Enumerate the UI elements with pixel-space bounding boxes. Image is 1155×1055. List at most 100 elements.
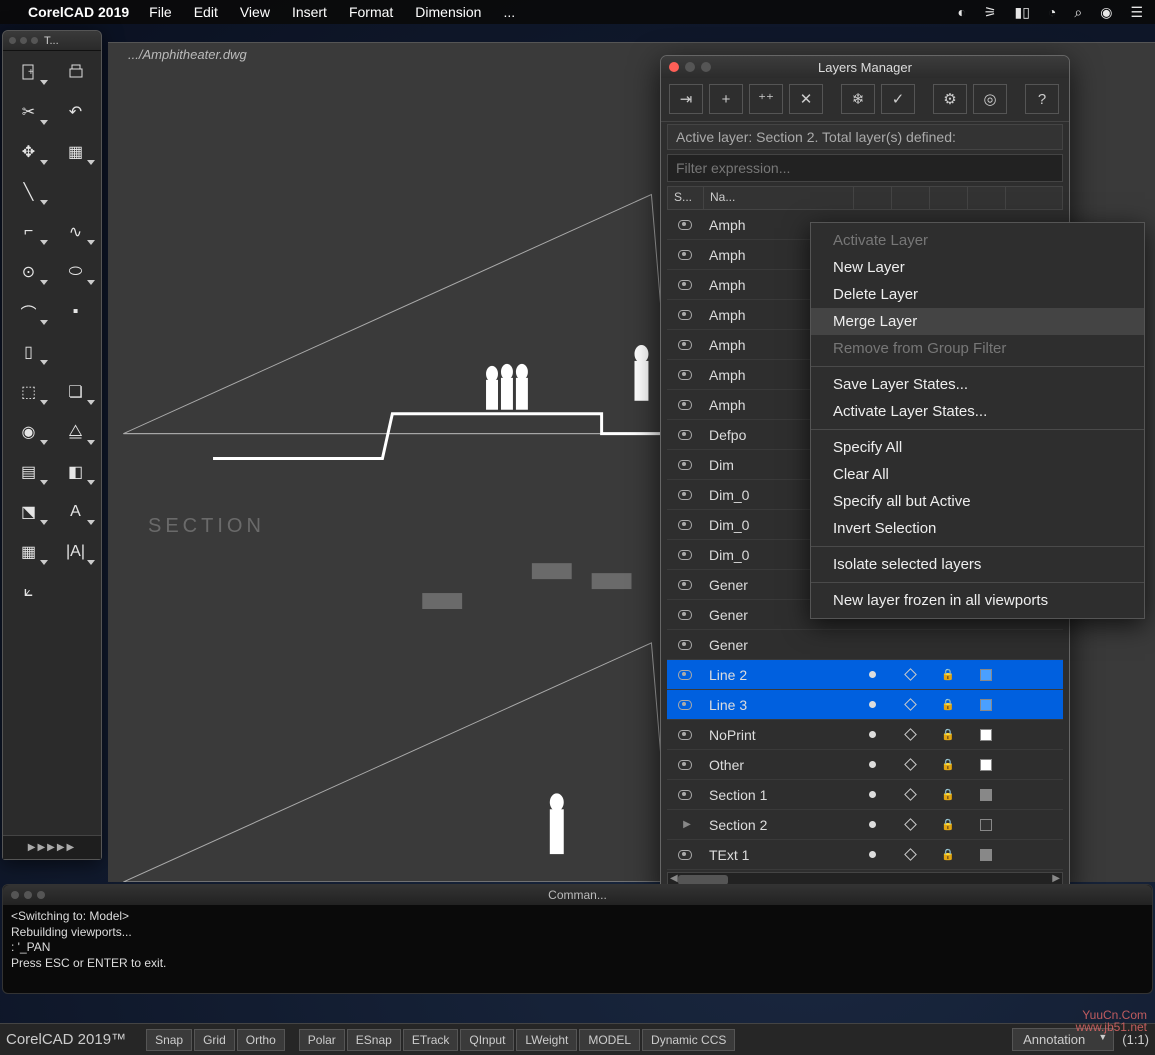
layer-row[interactable]: TExt 1 🔒 bbox=[667, 840, 1063, 870]
context-menu-item[interactable]: Delete Layer bbox=[811, 281, 1144, 308]
zoom-icon[interactable] bbox=[701, 62, 711, 72]
context-menu-item[interactable]: New Layer bbox=[811, 254, 1144, 281]
list-icon[interactable]: ☰ bbox=[1130, 4, 1143, 21]
ortho-button[interactable]: Ortho bbox=[237, 1029, 285, 1051]
tool-box-icon[interactable]: ⬚ bbox=[7, 377, 50, 407]
layer-new2-icon[interactable]: ⁺⁺ bbox=[749, 84, 783, 114]
layer-thaw-icon[interactable]: ✓ bbox=[881, 84, 915, 114]
context-menu-item[interactable]: Invert Selection bbox=[811, 515, 1144, 542]
tool-polyline-icon[interactable]: ⌐ bbox=[7, 217, 50, 247]
context-menu-item[interactable]: New layer frozen in all viewports bbox=[811, 587, 1144, 614]
context-menu-item[interactable]: Save Layer States... bbox=[811, 371, 1144, 398]
dynccs-button[interactable]: Dynamic CCS bbox=[642, 1029, 735, 1051]
context-menu-item[interactable]: Isolate selected layers bbox=[811, 551, 1144, 578]
context-menu-item[interactable]: Specify all but Active bbox=[811, 488, 1144, 515]
visibility-icon bbox=[678, 610, 692, 620]
tool-3d-icon[interactable]: ❏ bbox=[54, 377, 97, 407]
status-group-1: Snap Grid Ortho bbox=[146, 1029, 285, 1051]
tool-scissors-icon[interactable]: ✂ bbox=[7, 97, 50, 127]
col-6[interactable] bbox=[968, 187, 1006, 209]
col-status[interactable]: S... bbox=[668, 187, 704, 209]
layer-isolate-icon[interactable]: ◎ bbox=[973, 84, 1007, 114]
layer-row[interactable]: Other 🔒 bbox=[667, 750, 1063, 780]
tool-text-icon[interactable]: A bbox=[54, 497, 97, 527]
section-label: SECTION bbox=[148, 515, 265, 538]
layer-row[interactable]: Section 1 🔒 bbox=[667, 780, 1063, 810]
tool-palette-titlebar[interactable]: T... bbox=[3, 31, 101, 51]
layers-filter-input[interactable]: Filter expression... bbox=[667, 154, 1063, 182]
tool-color-icon[interactable]: ◧ bbox=[54, 457, 97, 487]
tool-measure-icon[interactable]: ⟀ bbox=[7, 577, 50, 607]
tool-line-icon[interactable]: ╲ bbox=[7, 177, 50, 207]
layer-row[interactable]: Gener bbox=[667, 630, 1063, 660]
context-menu-item[interactable]: Clear All bbox=[811, 461, 1144, 488]
snap-button[interactable]: Snap bbox=[146, 1029, 192, 1051]
context-menu-item[interactable]: Specify All bbox=[811, 434, 1144, 461]
menu-dimension[interactable]: Dimension bbox=[415, 4, 481, 20]
tool-align-icon[interactable]: |A| bbox=[54, 537, 97, 567]
layers-titlebar[interactable]: Layers Manager bbox=[661, 56, 1069, 78]
close-icon[interactable] bbox=[669, 62, 679, 72]
layer-states-icon[interactable]: ⇥ bbox=[669, 84, 703, 114]
col-3[interactable] bbox=[854, 187, 892, 209]
visibility-icon bbox=[678, 730, 692, 740]
tool-ellipse-icon[interactable]: ⬭ bbox=[54, 257, 97, 287]
trend-icon[interactable]: ◐ bbox=[957, 4, 965, 20]
menu-format[interactable]: Format bbox=[349, 4, 393, 20]
search-icon[interactable]: ⌕ bbox=[1074, 4, 1082, 21]
menu-insert[interactable]: Insert bbox=[292, 4, 327, 20]
tool-palette-footer[interactable]: ▶▶▶▶▶ bbox=[3, 835, 101, 859]
menu-file[interactable]: File bbox=[149, 4, 172, 20]
minimize-icon[interactable] bbox=[685, 62, 695, 72]
layer-freeze-icon[interactable]: ❄ bbox=[841, 84, 875, 114]
context-menu-item[interactable]: Activate Layer States... bbox=[811, 398, 1144, 425]
tool-mirror-icon[interactable]: ⧋ bbox=[54, 417, 97, 447]
layer-row[interactable]: ▶ Section 2 🔒 bbox=[667, 810, 1063, 840]
app-name[interactable]: CorelCAD 2019 bbox=[28, 4, 129, 20]
tool-shapes-icon[interactable]: ▦ bbox=[54, 137, 97, 167]
tool-print-icon[interactable] bbox=[54, 57, 97, 87]
layer-delete-icon[interactable]: ✕ bbox=[789, 84, 823, 114]
lweight-button[interactable]: LWeight bbox=[516, 1029, 577, 1051]
etrack-button[interactable]: ETrack bbox=[403, 1029, 459, 1051]
tool-circle-icon[interactable]: ⊙ bbox=[7, 257, 50, 287]
tool-union-icon[interactable]: ◉ bbox=[7, 417, 50, 447]
col-5[interactable] bbox=[930, 187, 968, 209]
esnap-button[interactable]: ESnap bbox=[347, 1029, 401, 1051]
grid-button[interactable]: Grid bbox=[194, 1029, 235, 1051]
tool-rect-icon[interactable]: ▯ bbox=[7, 337, 50, 367]
col-4[interactable] bbox=[892, 187, 930, 209]
tool-layer-icon[interactable]: ▤ bbox=[7, 457, 50, 487]
layer-row[interactable]: Line 2 🔒 bbox=[667, 660, 1063, 690]
wifi-icon[interactable]: ⚞ bbox=[984, 4, 997, 21]
battery-icon[interactable]: ▮▯ bbox=[1014, 4, 1029, 21]
polar-button[interactable]: Polar bbox=[299, 1029, 345, 1051]
tool-move-icon[interactable]: ✥ bbox=[7, 137, 50, 167]
tool-spline-icon[interactable]: ∿ bbox=[54, 217, 97, 247]
layers-header[interactable]: S... Na... bbox=[667, 186, 1063, 210]
layer-settings-icon[interactable]: ⚙ bbox=[933, 84, 967, 114]
model-button[interactable]: MODEL bbox=[579, 1029, 640, 1051]
menu-view[interactable]: View bbox=[240, 4, 270, 20]
cmd-line: : '_PAN bbox=[11, 940, 1144, 956]
layer-row[interactable]: Line 3 🔒 bbox=[667, 690, 1063, 720]
tool-undo-icon[interactable]: ↶ bbox=[54, 97, 97, 127]
tool-grid: + ✂ ↶ ✥ ▦ ╲ ⌐ ∿ ⊙ ⬭ ⌒ ▪ ▯ ⬚ ❏ ◉ ⧋ ▤ ◧ ⬔ … bbox=[3, 51, 101, 613]
tool-table-icon[interactable]: ▦ bbox=[7, 537, 50, 567]
command-output[interactable]: <Switching to: Model> Rebuilding viewpor… bbox=[3, 905, 1152, 975]
clock-icon[interactable]: ◔ bbox=[1048, 4, 1056, 20]
tool-new-icon[interactable]: + bbox=[7, 57, 50, 87]
layer-new-icon[interactable]: + bbox=[709, 84, 743, 114]
qinput-button[interactable]: QInput bbox=[460, 1029, 514, 1051]
menu-more[interactable]: ... bbox=[503, 4, 515, 20]
tool-dim-icon[interactable]: ⬔ bbox=[7, 497, 50, 527]
col-name[interactable]: Na... bbox=[704, 187, 854, 209]
context-menu-item[interactable]: Merge Layer bbox=[811, 308, 1144, 335]
tool-arc-icon[interactable]: ⌒ bbox=[7, 297, 50, 327]
menu-edit[interactable]: Edit bbox=[194, 4, 218, 20]
siri-icon[interactable]: ◉ bbox=[1100, 4, 1112, 21]
tool-point-icon[interactable]: ▪ bbox=[54, 297, 97, 327]
command-titlebar[interactable]: Comman... bbox=[3, 885, 1152, 905]
layer-help-icon[interactable]: ? bbox=[1025, 84, 1059, 114]
layer-row[interactable]: NoPrint 🔒 bbox=[667, 720, 1063, 750]
